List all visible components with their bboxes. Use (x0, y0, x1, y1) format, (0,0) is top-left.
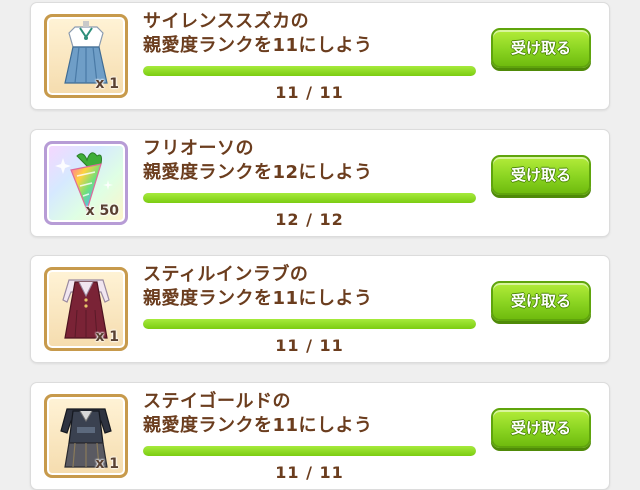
progress-bar (143, 66, 476, 76)
progress-bar-fill (143, 446, 476, 456)
progress-bar (143, 193, 476, 203)
progress-bar-fill (143, 193, 476, 203)
mission-card: x 1 ステイゴールドの 親愛度ランクを11にしよう 11 / 11 受け取る (30, 382, 610, 490)
progress-bar-fill (143, 319, 476, 329)
reward-quantity: x 1 (95, 329, 119, 345)
progress-bar (143, 319, 476, 329)
progress-text: 11 / 11 (275, 336, 344, 355)
mission-card: x 1 スティルインラブの 親愛度ランクを11にしよう 11 / 11 受け取る (30, 255, 610, 363)
mission-card: x 1 サイレンススズカの 親愛度ランクを11にしよう 11 / 11 受け取る (30, 2, 610, 110)
mission-title: ステイゴールドの 親愛度ランクを11にしよう (143, 391, 373, 436)
reward-quantity: x 1 (95, 76, 119, 92)
progress-bar (143, 446, 476, 456)
progress-text: 12 / 12 (275, 210, 344, 229)
reward-item-frame[interactable]: x 1 (44, 394, 128, 478)
claim-button[interactable]: 受け取る (491, 28, 591, 68)
progress-text: 11 / 11 (275, 463, 344, 482)
progress-text: 11 / 11 (275, 83, 344, 102)
reward-item-frame[interactable]: x 50 (44, 141, 128, 225)
reward-item-frame[interactable]: x 1 (44, 14, 128, 98)
reward-quantity: x 1 (95, 456, 119, 472)
claim-button[interactable]: 受け取る (491, 281, 591, 321)
reward-quantity: x 50 (85, 203, 119, 219)
reward-item-frame[interactable]: x 1 (44, 267, 128, 351)
mission-title: スティルインラブの 親愛度ランクを11にしよう (143, 264, 373, 309)
mission-title: フリオーソの 親愛度ランクを12にしよう (143, 138, 373, 183)
mission-title: サイレンススズカの 親愛度ランクを11にしよう (143, 11, 373, 56)
claim-button[interactable]: 受け取る (491, 155, 591, 195)
mission-card: x 50 フリオーソの 親愛度ランクを12にしよう 12 / 12 受け取る (30, 129, 610, 237)
claim-button[interactable]: 受け取る (491, 408, 591, 448)
progress-bar-fill (143, 66, 476, 76)
